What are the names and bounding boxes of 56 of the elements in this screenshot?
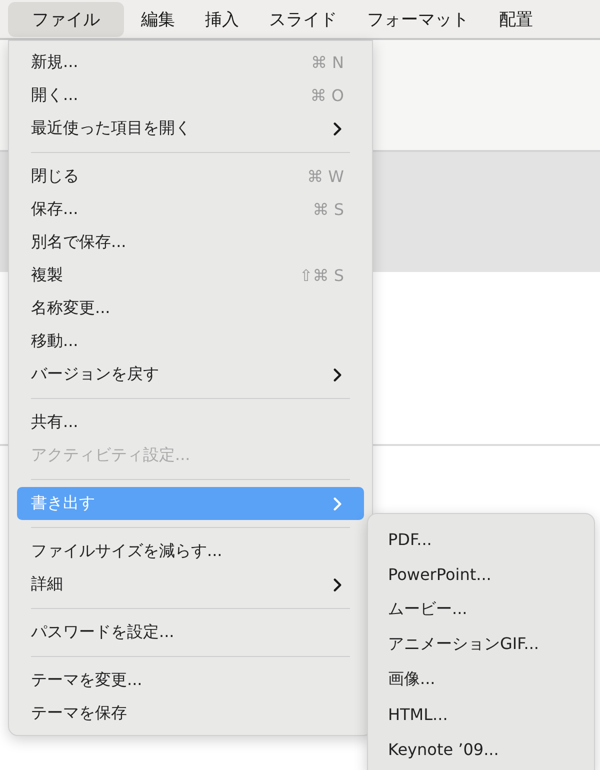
menu-item-label: 保存... (31, 199, 80, 220)
menu-item-label: アクティビティ設定... (31, 445, 192, 466)
shortcut-label: ⌘ W (307, 167, 344, 186)
menu-item-label: 閉じる (31, 166, 80, 187)
menu-item[interactable]: 共有... (17, 406, 364, 439)
submenu-item[interactable]: PowerPoint... (368, 557, 594, 592)
menu-item-label: 共有... (31, 412, 80, 433)
menu-item[interactable]: 複製 ⇧⌘ S (17, 259, 364, 292)
menu-item[interactable]: 名称変更... (17, 292, 364, 325)
menu-item-label: 新規... (31, 52, 80, 73)
menu-bar-item[interactable]: 挿入 (192, 2, 252, 36)
shortcut-label: ⌘ N (310, 53, 344, 72)
menu-item-label: 最近使った項目を開く (31, 118, 192, 139)
menu-bar-item[interactable]: フォーマット (354, 2, 482, 36)
menu-item[interactable]: 開く... ⌘ O (17, 79, 364, 112)
menu-item[interactable]: バージョンを戻す (17, 358, 364, 391)
submenu-item[interactable]: Keynote ’09... (368, 732, 594, 767)
menu-item-label: ファイルサイズを減らす... (31, 541, 224, 562)
shortcut-label: ⌘ O (310, 86, 344, 105)
menu-item-label: テーマを保存 (31, 703, 128, 724)
shortcut-label: ⌘ S (312, 200, 344, 219)
menu-bar-item[interactable]: 編集 (128, 2, 188, 36)
menu-item-label: 移動... (31, 331, 80, 352)
menu-item[interactable]: 最近使った項目を開く (17, 112, 364, 145)
menu-item[interactable]: 別名で保存... (17, 226, 364, 259)
menu-item[interactable]: 新規... ⌘ N (17, 46, 364, 79)
menu-item-label: バージョンを戻す (31, 364, 160, 385)
chevron-right-icon (333, 122, 342, 136)
submenu-item[interactable]: 画像... (368, 662, 594, 697)
menu-item-label: 書き出す (31, 493, 96, 514)
chevron-right-icon (333, 368, 342, 382)
chevron-right-icon (333, 578, 342, 592)
menu-item[interactable]: ファイルサイズを減らす... (17, 535, 364, 568)
menu-item-label: 複製 (31, 265, 64, 286)
chevron-right-icon (333, 496, 342, 510)
menu-bar-item[interactable]: 配置 (486, 2, 546, 36)
submenu-item[interactable]: HTML... (368, 697, 594, 732)
submenu-item[interactable]: ムービー... (368, 592, 594, 627)
menu-item[interactable]: 保存... ⌘ S (17, 193, 364, 226)
menu-item-label: パスワードを設定... (31, 622, 176, 643)
menu-item-label: 開く... (31, 85, 80, 106)
menu-item[interactable]: 閉じる ⌘ W (17, 160, 364, 193)
menu-bar-item[interactable]: ファイル (8, 2, 124, 36)
submenu-item[interactable]: アニメーションGIF... (368, 627, 594, 662)
menu-item-label: 詳細 (31, 574, 64, 595)
menu-item[interactable]: テーマを保存 (17, 697, 364, 730)
menu-item[interactable]: テーマを変更... (17, 664, 364, 697)
submenu-item[interactable]: PDF... (368, 522, 594, 557)
menu-item[interactable]: パスワードを設定... (17, 616, 364, 649)
menu-item[interactable]: 詳細 (17, 568, 364, 601)
menu-item[interactable]: 移動... (17, 325, 364, 358)
menu-item-label: 名称変更... (31, 298, 112, 319)
menu-item-label: テーマを変更... (31, 670, 144, 691)
menu-item-label: 別名で保存... (31, 232, 128, 253)
shortcut-label: ⇧⌘ S (299, 266, 344, 285)
menu-bar-item[interactable]: スライド (256, 2, 350, 36)
